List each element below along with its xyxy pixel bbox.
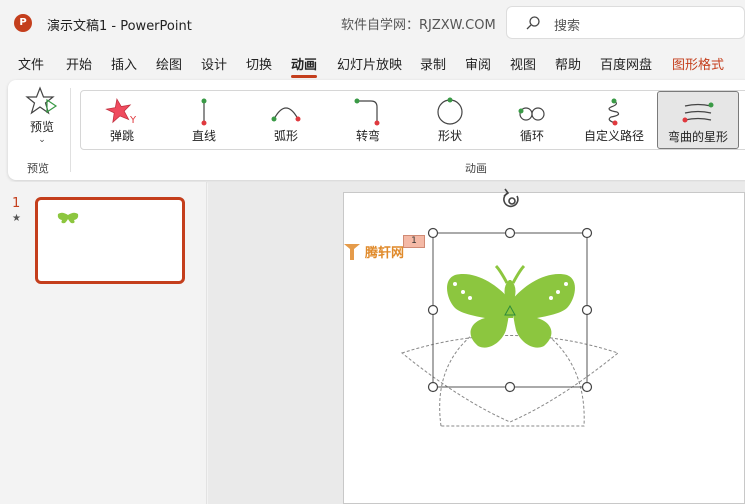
site-note: 软件自学网：RJZXW.COM (341, 18, 496, 33)
animation-turn[interactable]: 转弯 (327, 91, 409, 149)
animation-label: 自定义路径 (583, 129, 644, 143)
turn-path-icon (354, 98, 380, 126)
tab-slideshow[interactable]: 幻灯片放映 (337, 54, 402, 73)
divider (70, 88, 71, 172)
tab-baidu-netdisk[interactable]: 百度网盘 (600, 54, 652, 73)
arc-path-icon (271, 107, 301, 122)
animation-line[interactable]: 直线 (163, 91, 245, 149)
preview-label: 预览 (29, 120, 54, 134)
animation-sequence-badge[interactable]: 1 (403, 235, 425, 248)
tab-view[interactable]: 视图 (510, 54, 536, 73)
search-label: 搜索 (554, 19, 581, 34)
animation-arc[interactable]: 弧形 (245, 91, 327, 149)
animation-bounce[interactable]: Y 弹跳 (81, 91, 163, 149)
watermark-logo-icon (344, 244, 360, 260)
animation-label: 转弯 (355, 129, 380, 143)
watermark: 腾轩网 (341, 240, 411, 262)
editing-canvas (208, 182, 745, 504)
shape-path-icon (437, 97, 463, 125)
animation-label: 弧形 (273, 129, 298, 143)
slide-thumbnail-1[interactable] (35, 197, 185, 284)
animation-loop[interactable]: 循环 (491, 91, 573, 149)
animation-label: 弯曲的星形 (667, 130, 728, 144)
animation-curvy-star[interactable]: 弯曲的星形 (657, 91, 739, 149)
svg-text:Y: Y (129, 115, 137, 126)
tab-record[interactable]: 录制 (420, 54, 446, 73)
animation-marker-icon: ★ (12, 213, 21, 224)
tab-animations[interactable]: 动画 (291, 54, 318, 78)
preview-star-icon (25, 86, 58, 115)
custom-path-icon (608, 98, 620, 126)
group-label-preview: 预览 (27, 162, 49, 175)
ribbon: 预览 ⌄ 预览 Y 弹跳 直线 弧形 转弯 形状 循环 自定义路径 弯曲的星形 … (8, 80, 745, 180)
document-title: 演示文稿1 - PowerPoint (47, 19, 192, 34)
tab-draw[interactable]: 绘图 (156, 54, 182, 73)
animation-label: 直线 (191, 129, 216, 143)
menu-bar: 文件 开始 插入 绘图 设计 切换 动画 幻灯片放映 录制 审阅 视图 帮助 百… (0, 50, 745, 78)
group-label-animation: 动画 (465, 162, 487, 175)
chevron-down-icon[interactable]: ⌄ (16, 135, 68, 145)
animation-label: 形状 (437, 129, 462, 143)
watermark-text: 腾轩网 (365, 246, 405, 261)
tab-help[interactable]: 帮助 (555, 54, 581, 73)
animation-shape[interactable]: 形状 (409, 91, 491, 149)
animation-label: 循环 (519, 129, 544, 143)
tab-insert[interactable]: 插入 (111, 54, 137, 73)
title-bar: P 演示文稿1 - PowerPoint 软件自学网：RJZXW.COM 搜索 (0, 0, 745, 46)
slide-thumbnail-panel: 1 ★ (0, 182, 207, 504)
slide-number: 1 (12, 196, 21, 211)
powerpoint-logo-icon: P (14, 14, 32, 32)
bounce-star-icon: Y (105, 98, 137, 126)
animation-label: 弹跳 (109, 129, 134, 143)
preview-button[interactable]: 预览 ⌄ (16, 86, 68, 154)
tab-transitions[interactable]: 切换 (246, 54, 272, 73)
search-icon (526, 16, 540, 30)
tab-review[interactable]: 审阅 (465, 54, 491, 73)
animation-custom-path[interactable]: 自定义路径 (573, 91, 655, 149)
loop-path-icon (518, 107, 545, 121)
tab-design[interactable]: 设计 (201, 54, 227, 73)
butterfly-thumbnail-icon (57, 212, 79, 224)
tab-home[interactable]: 开始 (66, 54, 92, 73)
tab-shape-format[interactable]: 图形格式 (672, 54, 724, 73)
line-path-icon (201, 98, 207, 126)
curvy-star-icon (682, 102, 714, 123)
search-box[interactable]: 搜索 (506, 6, 745, 39)
animation-gallery: Y 弹跳 直线 弧形 转弯 形状 循环 自定义路径 弯曲的星形 (80, 90, 745, 150)
tab-file[interactable]: 文件 (18, 54, 44, 73)
